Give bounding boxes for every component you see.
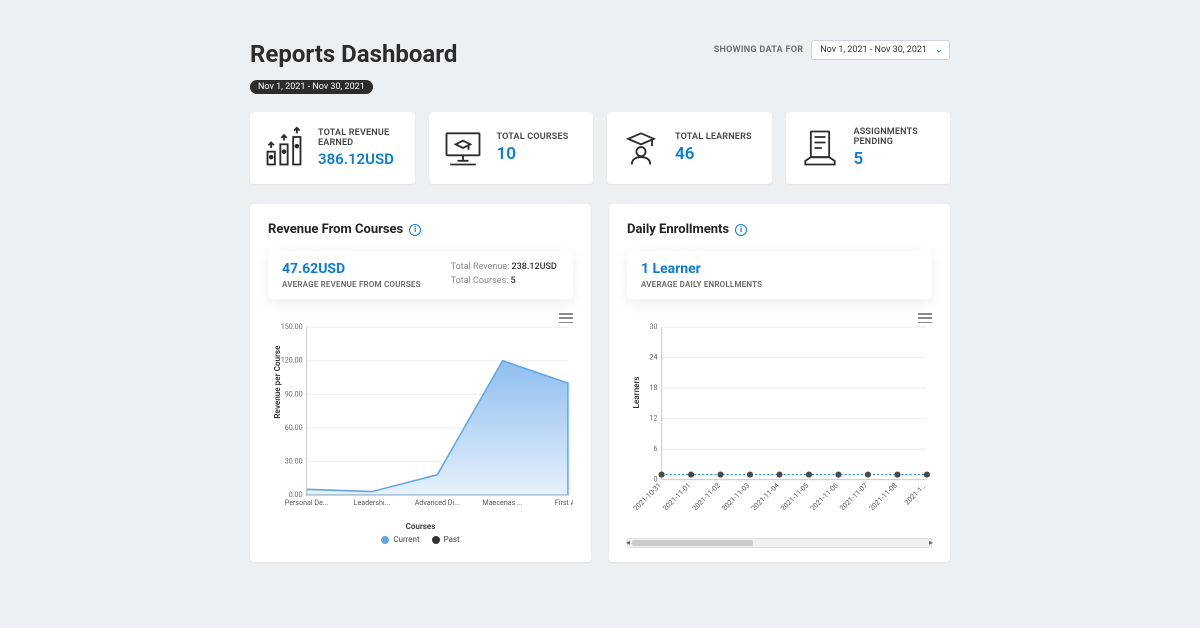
- stat-label: TOTAL REVENUE EARNED: [318, 128, 403, 148]
- svg-text:2021-11-01: 2021-11-01: [661, 481, 693, 510]
- panel-title: Daily Enrollments i: [627, 222, 932, 237]
- svg-text:2021-11-06: 2021-11-06: [808, 481, 840, 510]
- svg-text:120.00: 120.00: [281, 356, 303, 365]
- x-axis-label: Courses: [268, 522, 573, 531]
- avg-revenue-label: AVERAGE REVENUE FROM COURSES: [282, 280, 421, 289]
- avg-enroll-label: AVERAGE DAILY ENROLLMENTS: [641, 280, 762, 289]
- stats-row: TOTAL REVENUE EARNED 386.12USD TOTAL COU…: [250, 112, 950, 184]
- svg-text:30.00: 30.00: [285, 456, 303, 465]
- svg-text:2021-10-31: 2021-10-31: [631, 481, 663, 510]
- svg-text:First Aid: First Aid: [555, 498, 573, 507]
- svg-text:2021-11-03: 2021-11-03: [720, 481, 752, 510]
- svg-text:Maecenas ...: Maecenas ...: [482, 498, 522, 507]
- avg-enroll-value: 1 Learner: [641, 261, 762, 277]
- revenue-icon: [262, 126, 306, 170]
- date-range-value: Nov 1, 2021 - Nov 30, 2021: [820, 45, 927, 55]
- svg-text:6: 6: [654, 444, 658, 453]
- svg-text:60.00: 60.00: [285, 423, 303, 432]
- stat-value: 386.12USD: [318, 150, 403, 168]
- svg-text:Personal De...: Personal De...: [285, 498, 329, 507]
- legend-past: Past: [432, 535, 460, 544]
- date-range-select[interactable]: Nov 1, 2021 - Nov 30, 2021 ⌄: [811, 40, 950, 60]
- info-icon[interactable]: i: [735, 224, 747, 236]
- svg-text:2021-11-04: 2021-11-04: [749, 481, 781, 510]
- date-range-pill: Nov 1, 2021 - Nov 30, 2021: [250, 80, 373, 94]
- learners-icon: [619, 126, 663, 170]
- enrollments-chart: Learners 0612182430 2021-10-312021-11-01…: [627, 317, 932, 548]
- svg-text:2021-11-08: 2021-11-08: [867, 481, 899, 510]
- page-header: Reports Dashboard Nov 1, 2021 - Nov 30, …: [250, 40, 950, 94]
- revenue-chart: Revenue per Course 0.0030.0060.0090.0012…: [268, 317, 573, 544]
- chart-scrollbar[interactable]: ◂ ▸: [627, 538, 932, 548]
- stat-card-revenue: TOTAL REVENUE EARNED 386.12USD: [250, 112, 415, 184]
- svg-text:90.00: 90.00: [285, 389, 303, 398]
- chart-menu-icon[interactable]: [918, 313, 932, 323]
- chart-menu-icon[interactable]: [559, 313, 573, 323]
- stat-card-learners: TOTAL LEARNERS 46: [607, 112, 772, 184]
- info-icon[interactable]: i: [409, 224, 421, 236]
- chevron-down-icon: ⌄: [935, 45, 943, 56]
- page-title: Reports Dashboard: [250, 40, 457, 68]
- svg-text:24: 24: [650, 353, 658, 362]
- scrollbar-thumb[interactable]: [632, 540, 753, 546]
- chart-legend: Current Past: [268, 535, 573, 544]
- svg-text:2021-11-07: 2021-11-07: [838, 481, 870, 510]
- legend-current: Current: [381, 535, 419, 544]
- stat-label: TOTAL LEARNERS: [675, 132, 760, 142]
- enrollments-summary-card: 1 Learner AVERAGE DAILY ENROLLMENTS: [627, 251, 932, 299]
- stat-value: 10: [497, 144, 582, 164]
- stat-card-assignments: ASSIGNMENTS PENDING 5: [786, 112, 951, 184]
- svg-text:2021-1...: 2021-1...: [902, 481, 928, 507]
- svg-text:2021-11-05: 2021-11-05: [779, 481, 811, 510]
- svg-text:150.00: 150.00: [281, 322, 303, 331]
- stat-card-courses: TOTAL COURSES 10: [429, 112, 594, 184]
- showing-data-label: SHOWING DATA FOR: [714, 45, 804, 55]
- scroll-left-icon[interactable]: ◂: [626, 538, 630, 547]
- panels-row: Revenue From Courses i 47.62USD AVERAGE …: [250, 204, 950, 562]
- courses-icon: [441, 126, 485, 170]
- y-axis-label: Learners: [631, 376, 641, 408]
- svg-text:Leadershi...: Leadershi...: [354, 498, 391, 507]
- panel-title: Revenue From Courses i: [268, 222, 573, 237]
- svg-text:30: 30: [650, 322, 658, 331]
- avg-revenue-value: 47.62USD: [282, 261, 421, 277]
- scroll-right-icon[interactable]: ▸: [929, 538, 933, 547]
- stat-value: 5: [854, 149, 939, 169]
- svg-text:Advanced Di...: Advanced Di...: [415, 498, 460, 507]
- svg-text:12: 12: [650, 414, 658, 423]
- stat-label: ASSIGNMENTS PENDING: [854, 127, 939, 147]
- revenue-panel: Revenue From Courses i 47.62USD AVERAGE …: [250, 204, 591, 562]
- svg-text:2021-11-02: 2021-11-02: [690, 481, 722, 510]
- svg-text:18: 18: [650, 383, 658, 392]
- enrollments-panel: Daily Enrollments i 1 Learner AVERAGE DA…: [609, 204, 950, 562]
- stat-label: TOTAL COURSES: [497, 132, 582, 142]
- revenue-summary-card: 47.62USD AVERAGE REVENUE FROM COURSES To…: [268, 251, 573, 299]
- assignments-icon: [798, 126, 842, 170]
- stat-value: 46: [675, 144, 760, 164]
